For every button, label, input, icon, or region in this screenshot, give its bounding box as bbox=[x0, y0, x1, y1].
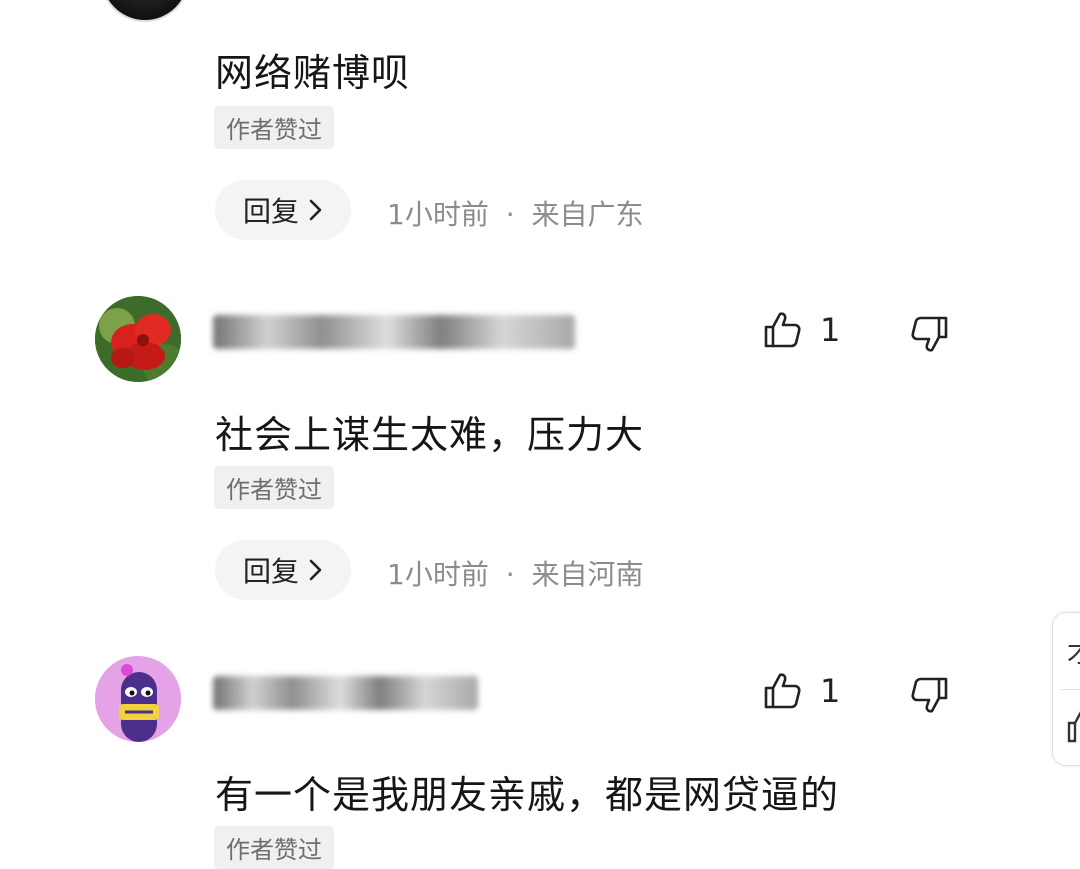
cartoon-avatar-icon bbox=[95, 656, 181, 742]
comment-meta: 1小时前 · 来自河南 bbox=[387, 553, 644, 593]
username-redacted[interactable] bbox=[213, 676, 478, 710]
comment-meta: 1小时前 · 来自广东 bbox=[387, 193, 644, 233]
flower-avatar-icon bbox=[95, 296, 181, 382]
comment-text: 有一个是我朋友亲戚，都是网贷逼的 bbox=[215, 773, 840, 817]
thumbs-up-icon bbox=[764, 312, 801, 348]
chevron-right-icon bbox=[309, 559, 322, 581]
meta-separator: · bbox=[505, 198, 515, 231]
like-button[interactable]: 1 bbox=[762, 310, 840, 350]
meta-separator: · bbox=[505, 558, 515, 591]
like-button[interactable]: 1 bbox=[762, 671, 840, 711]
chevron-right-icon bbox=[309, 199, 322, 221]
thumbs-down-icon bbox=[911, 316, 948, 352]
dislike-button[interactable] bbox=[910, 314, 950, 358]
user-avatar[interactable] bbox=[95, 656, 181, 742]
author-liked-badge: 作者赞过 bbox=[214, 826, 334, 869]
comment-text: 网络赌博呗 bbox=[215, 51, 411, 95]
thumbs-down-icon bbox=[911, 677, 948, 713]
like-count: 1 bbox=[820, 672, 841, 710]
username-redacted[interactable] bbox=[213, 315, 575, 349]
like-count: 1 bbox=[820, 311, 841, 349]
user-avatar-top[interactable] bbox=[100, 0, 190, 22]
comment-text: 社会上谋生太难，压力大 bbox=[215, 413, 645, 457]
comment-location: 来自广东 bbox=[531, 198, 644, 231]
thumbs-up-icon bbox=[1067, 711, 1080, 743]
dislike-button[interactable] bbox=[910, 675, 950, 719]
author-liked-badge: 作者赞过 bbox=[214, 466, 334, 509]
user-avatar[interactable] bbox=[95, 296, 181, 382]
comment-time: 1小时前 bbox=[387, 198, 489, 231]
side-widget-divider bbox=[1061, 689, 1080, 690]
reply-button[interactable]: 回复 bbox=[215, 180, 351, 240]
reply-label: 回复 bbox=[242, 555, 299, 588]
comment-location: 来自河南 bbox=[531, 558, 644, 591]
floating-side-widget[interactable]: 才 bbox=[1052, 612, 1080, 766]
reply-label: 回复 bbox=[242, 195, 299, 228]
comment-time: 1小时前 bbox=[387, 558, 489, 591]
side-widget-label: 才 bbox=[1067, 633, 1080, 670]
reply-button[interactable]: 回复 bbox=[215, 540, 351, 600]
author-liked-badge: 作者赞过 bbox=[214, 106, 334, 149]
thumbs-up-icon bbox=[764, 673, 801, 709]
